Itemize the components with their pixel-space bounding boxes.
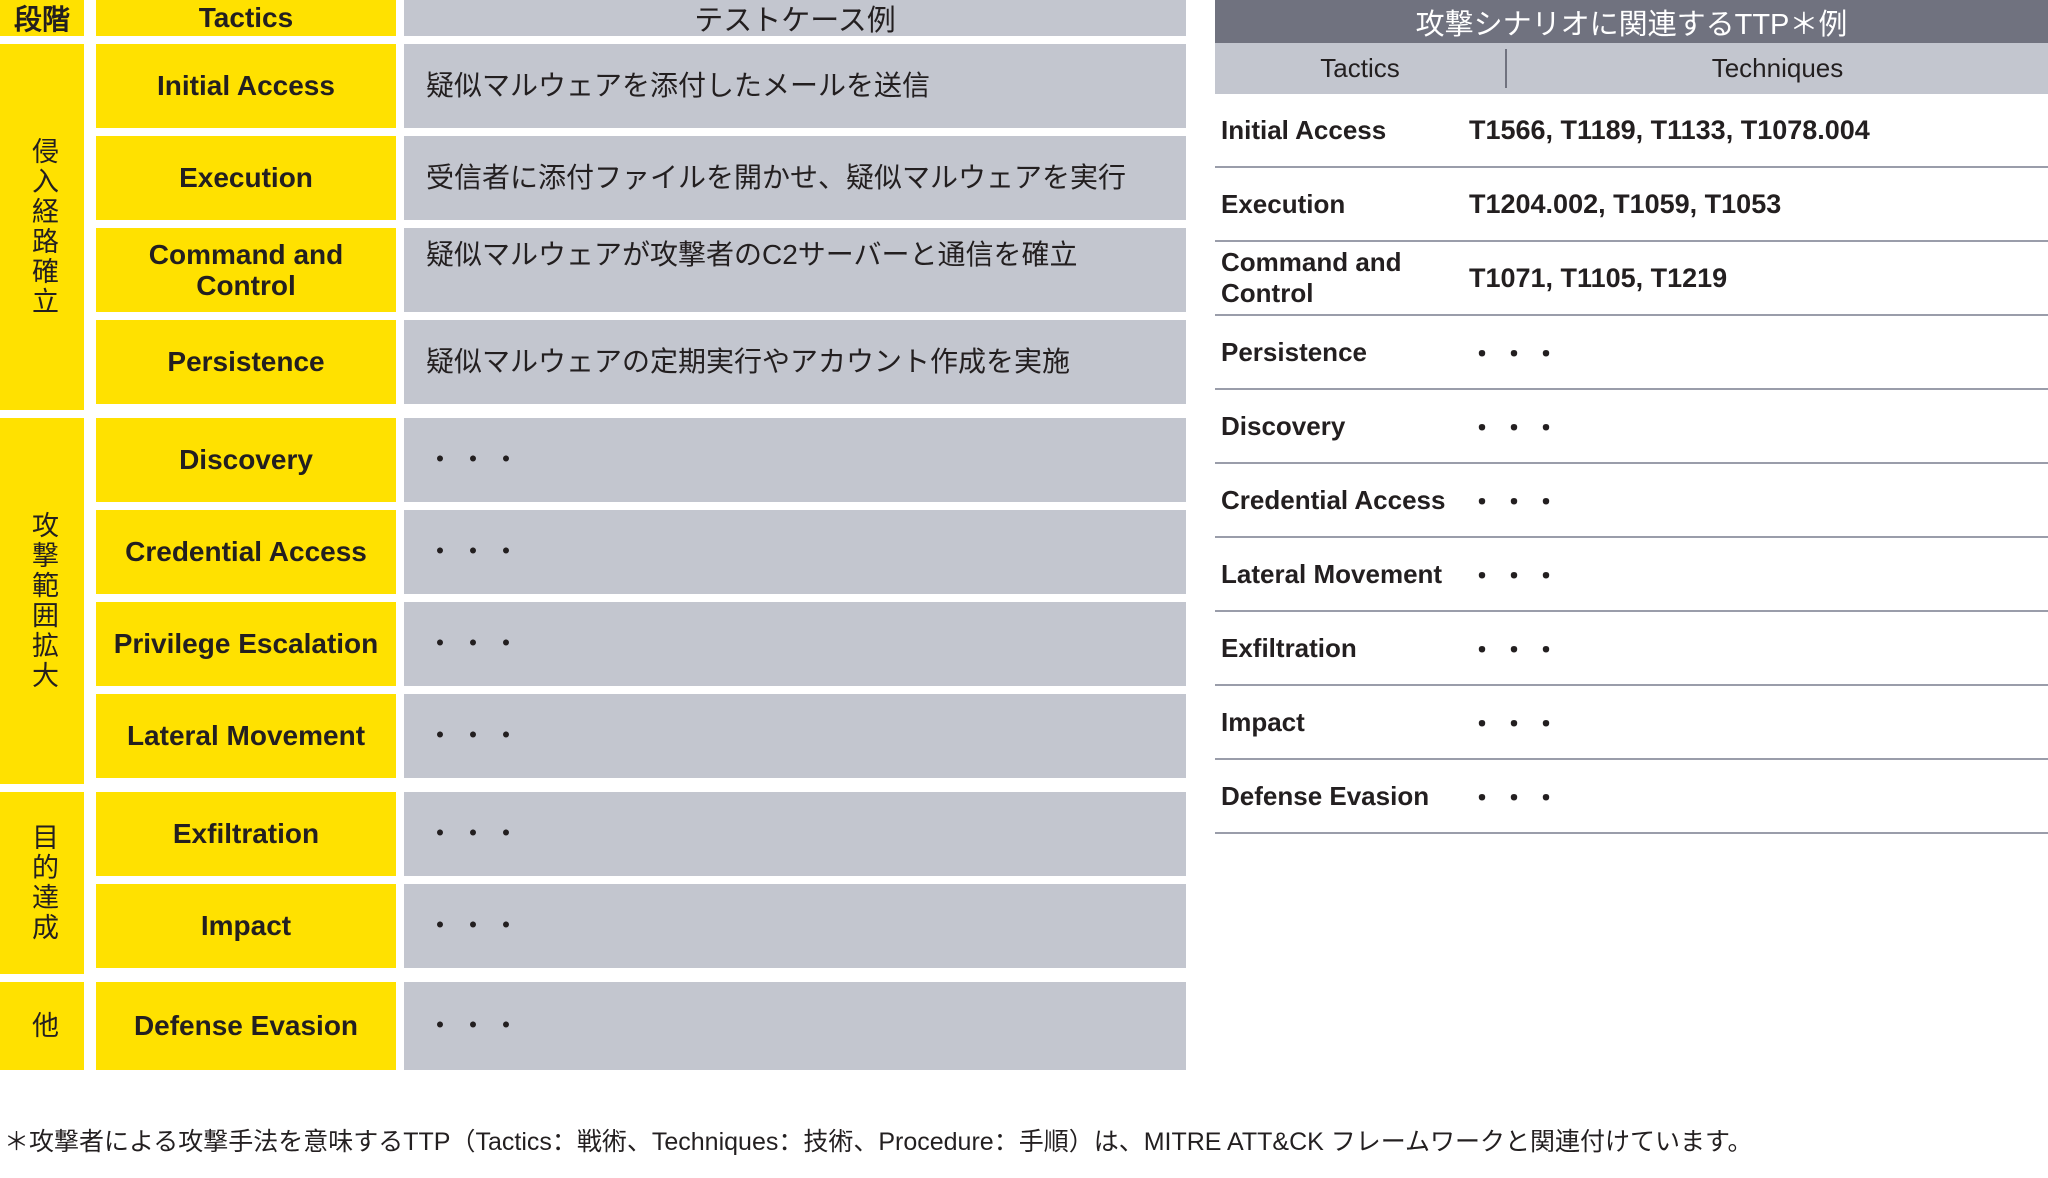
- row-tactic: Persistence: [1221, 336, 1367, 367]
- testcase-cell-impact: ・・・: [404, 884, 1186, 968]
- row-techniques: ・・・: [1469, 486, 1566, 517]
- tactic-cell-persistence: Persistence: [96, 320, 396, 404]
- stage-cell-2: 目的達成: [0, 792, 84, 974]
- row-tactic: Initial Access: [1221, 114, 1387, 145]
- testcase-cell-command-and-control: 疑似マルウェアが攻撃者のC2サーバーと通信を確立: [404, 228, 1186, 312]
- table-row: Command and Control T1071, T1105, T1219: [1215, 242, 2048, 316]
- footnote: ＊攻撃者による攻撃手法を意味するTTP（Tactics：戦術、Technique…: [4, 1128, 1753, 1156]
- left-header-tactics: Tactics: [96, 0, 396, 36]
- testcase-cell-exfiltration: ・・・: [404, 792, 1186, 876]
- slide-root: 段階 Tactics テストケース例 侵入経路確立 攻撃範囲拡大 目的達成 他 …: [0, 0, 2048, 1178]
- table-row: Initial Access T1566, T1189, T1133, T107…: [1215, 94, 2048, 168]
- stage-cell-0: 侵入経路確立: [0, 44, 84, 410]
- tactic-cell-privilege-escalation: Privilege Escalation: [96, 602, 396, 686]
- testcase-cell-initial-access: 疑似マルウェアを添付したメールを送信: [404, 44, 1186, 128]
- row-tactic: Impact: [1221, 706, 1305, 737]
- stage-cell-3: 他: [0, 982, 84, 1070]
- table-row: Discovery ・・・: [1215, 390, 2048, 464]
- row-techniques: ・・・: [1469, 560, 1566, 591]
- row-techniques: T1204.002, T1059, T1053: [1469, 188, 1782, 219]
- right-header-tactics: Tactics: [1320, 53, 1400, 83]
- row-techniques: T1566, T1189, T1133, T1078.004: [1469, 114, 1870, 145]
- tactic-cell-credential-access: Credential Access: [96, 510, 396, 594]
- right-table-title: 攻撃シナリオに関連するTTP＊例: [1215, 0, 2048, 43]
- tactic-cell-execution: Execution: [96, 136, 396, 220]
- table-row: Credential Access ・・・: [1215, 464, 2048, 538]
- right-table: 攻撃シナリオに関連するTTP＊例 Tactics Techniques Init…: [1215, 0, 2048, 1078]
- left-header-testcase: テストケース例: [404, 0, 1186, 37]
- testcase-cell-persistence: 疑似マルウェアの定期実行やアカウント作成を実施: [404, 320, 1186, 404]
- testcase-cell-execution: 受信者に添付ファイルを開かせ、疑似マルウェアを実行: [404, 136, 1186, 220]
- row-techniques: ・・・: [1469, 338, 1566, 369]
- row-tactic: Execution: [1221, 188, 1346, 219]
- row-techniques: ・・・: [1469, 708, 1566, 739]
- tactic-cell-impact: Impact: [96, 884, 396, 968]
- testcase-cell-privilege-escalation: ・・・: [404, 602, 1186, 686]
- table-row: Execution T1204.002, T1059, T1053: [1215, 168, 2048, 242]
- row-techniques: ・・・: [1469, 412, 1566, 443]
- right-table-subheader: Tactics Techniques: [1215, 43, 2048, 94]
- row-tactic: Discovery: [1221, 410, 1346, 441]
- row-tactic: Command and Control: [1221, 247, 1402, 308]
- table-row: Persistence ・・・: [1215, 316, 2048, 390]
- tactic-cell-initial-access: Initial Access: [96, 44, 396, 128]
- testcase-cell-credential-access: ・・・: [404, 510, 1186, 594]
- row-tactic: Credential Access: [1221, 484, 1446, 515]
- table-row: Defense Evasion ・・・: [1215, 760, 2048, 834]
- testcase-cell-defense-evasion: ・・・: [404, 982, 1186, 1070]
- row-tactic: Lateral Movement: [1221, 558, 1443, 589]
- table-row: Exfiltration ・・・: [1215, 612, 2048, 686]
- tactic-cell-exfiltration: Exfiltration: [96, 792, 396, 876]
- stage-cell-1: 攻撃範囲拡大: [0, 418, 84, 784]
- right-table-rows: Initial Access T1566, T1189, T1133, T107…: [1215, 94, 2048, 834]
- row-tactic: Defense Evasion: [1221, 780, 1430, 811]
- right-header-techniques: Techniques: [1711, 53, 1844, 83]
- table-row: Impact ・・・: [1215, 686, 2048, 760]
- tactic-cell-lateral-movement: Lateral Movement: [96, 694, 396, 778]
- row-tactic: Exfiltration: [1221, 632, 1357, 663]
- table-row: Lateral Movement ・・・: [1215, 538, 2048, 612]
- tactic-cell-discovery: Discovery: [96, 418, 396, 502]
- tactic-cell-defense-evasion: Defense Evasion: [96, 982, 396, 1070]
- left-table: 段階 Tactics テストケース例 侵入経路確立 攻撃範囲拡大 目的達成 他 …: [0, 0, 1190, 1070]
- testcase-cell-lateral-movement: ・・・: [404, 694, 1186, 778]
- left-header-stage: 段階: [0, 0, 84, 36]
- row-techniques: ・・・: [1469, 782, 1566, 813]
- testcase-cell-discovery: ・・・: [404, 418, 1186, 502]
- tactic-cell-command-and-control: Command and Control: [96, 228, 396, 312]
- row-techniques: T1071, T1105, T1219: [1469, 262, 1728, 293]
- row-techniques: ・・・: [1469, 634, 1566, 665]
